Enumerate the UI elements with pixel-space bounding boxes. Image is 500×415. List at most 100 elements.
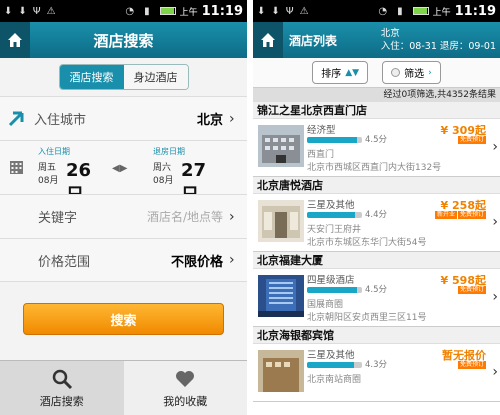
filter-bar: 排序 ▲▼ 筛选 › <box>253 58 500 88</box>
chevron-right-icon: › <box>229 252 235 268</box>
page-title: 酒店搜索 <box>93 31 154 50</box>
hotel-area: 天安门王府井 <box>307 225 362 235</box>
badge: 新开业 <box>434 211 457 219</box>
home-button[interactable] <box>253 22 283 58</box>
status-bar: ⬇ ⬇ Ψ ⚠ ◔ ▮ 上午 11:19 <box>0 0 247 22</box>
badge: 免费预订 <box>457 286 486 294</box>
chevron-right-icon: › <box>492 289 498 305</box>
wifi-icon: ◔ <box>378 5 388 17</box>
rating-bar <box>307 212 362 218</box>
badge: 免费预订 <box>457 136 486 144</box>
hotel-rating: 4.5分 <box>365 135 388 145</box>
title-bar: 酒店搜索 <box>0 22 247 58</box>
status-ampm: 上午 <box>432 7 451 18</box>
badge: 免费预订 <box>457 211 486 219</box>
warning-icon: ⚠ <box>299 5 309 17</box>
rating-bar <box>307 362 362 368</box>
hotel-area: 西直门 <box>307 150 335 160</box>
hotel-name: 锦江之星北京西直门店 <box>253 102 500 119</box>
hotel-list-item[interactable]: 北京唐悦酒店 三星及其他 4.4分 天安门王府井 北京市东城区东华门大街54号 … <box>253 177 500 252</box>
keyword-label: 关键字 <box>38 211 78 226</box>
hotel-photo <box>258 200 304 242</box>
city-value: 北京 <box>196 113 223 128</box>
price-value: 不限价格 <box>170 254 223 270</box>
wifi-icon: ◔ <box>125 5 135 17</box>
chevron-right-icon: › <box>492 139 498 155</box>
hotel-list-screen: ⬇ ⬇ Ψ ⚠ ◔ ▮ 上午 11:19 酒店列表 北京 入住：08-31 退房… <box>253 0 500 415</box>
keyword-input[interactable]: 酒店名/地点等 <box>147 208 223 225</box>
checkout-weekday: 周六 <box>153 163 172 173</box>
signal-icon: ▮ <box>397 5 403 17</box>
status-time: 11:19 <box>454 3 496 19</box>
nav-hotel-search[interactable]: 酒店搜索 <box>0 361 124 415</box>
hotel-list-item[interactable]: 北京海银都宾馆 三星及其他 4.3分 北京南站商圈 暂无报价 免费预订 › <box>253 327 500 402</box>
rating-bar <box>307 137 362 143</box>
price-row[interactable]: 价格范围 不限价格 › <box>0 238 247 282</box>
hotel-area: 北京南站商圈 <box>307 375 362 385</box>
filter-radio-icon <box>391 68 401 77</box>
hotel-type: 四星级酒店 <box>307 275 355 286</box>
hotel-rating: 4.5分 <box>365 285 388 295</box>
download-icon: ⬇ <box>18 5 27 17</box>
hotel-badges: 免费预订 <box>457 286 486 294</box>
result-summary: 经过0项筛选,共4352条结果 <box>253 88 500 102</box>
hotel-badges: 免费预订 <box>457 361 486 369</box>
date-swap-icon: ◀▶ <box>112 163 128 174</box>
hotel-name: 北京福建大厦 <box>253 252 500 269</box>
hotel-badges: 新开业 免费预订 <box>434 211 486 219</box>
city-label: 入住城市 <box>34 113 87 128</box>
sort-arrows-icon: ▲▼ <box>345 67 360 78</box>
hotel-rating: 4.4分 <box>365 210 388 220</box>
tab-nearby-hotels[interactable]: 身边酒店 <box>123 65 188 89</box>
hotel-photo <box>258 125 304 167</box>
checkout-month: 08月 <box>153 176 174 186</box>
hotel-badges: 免费预订 <box>457 136 486 144</box>
nav-favorites[interactable]: 我的收藏 <box>123 361 247 415</box>
rating-bar <box>307 287 362 293</box>
nav-favorites-label: 我的收藏 <box>163 394 208 408</box>
signal-icon: ▮ <box>144 5 150 17</box>
chevron-right-icon: › <box>229 110 235 127</box>
chevron-right-icon: › <box>229 208 235 225</box>
keyword-row[interactable]: 关键字 酒店名/地点等 › <box>0 194 247 238</box>
page-title: 酒店列表 <box>289 33 338 48</box>
price-label: 价格范围 <box>38 254 91 270</box>
usb-icon: Ψ <box>285 5 294 17</box>
search-mode-switch: 酒店搜索 身边酒店 <box>0 58 247 96</box>
hotel-list-item[interactable]: 锦江之星北京西直门店 经济型 4.5分 西直门 北京市西城区西直门内大街132号… <box>253 102 500 177</box>
download-icon: ⬇ <box>271 5 280 17</box>
hotel-type: 三星及其他 <box>307 350 355 361</box>
hotel-name: 北京海银都宾馆 <box>253 327 500 344</box>
bottom-nav: 酒店搜索 我的收藏 <box>0 360 247 415</box>
battery-icon <box>412 7 429 15</box>
download-icon: ⬇ <box>257 5 266 17</box>
usb-icon: Ψ <box>32 5 41 17</box>
status-bar: ⬇ ⬇ Ψ ⚠ ◔ ▮ 上午 11:19 <box>253 0 500 22</box>
tab-hotel-search[interactable]: 酒店搜索 <box>59 65 124 89</box>
title-bar: 酒店列表 北京 入住：08-31 退房：09-01 <box>253 22 500 58</box>
chevron-right-icon: › <box>428 67 432 78</box>
home-icon <box>261 33 275 47</box>
date-row[interactable]: 入住日期 周五 08月 26日 ◀▶ 退房日期 周六 08月 27日 <box>0 140 247 206</box>
filter-button[interactable]: 筛选 › <box>382 61 441 84</box>
search-info: 北京 入住：08-31 退房：09-01 <box>381 27 496 53</box>
chevron-right-icon: › <box>492 364 498 380</box>
hotel-photo <box>258 275 304 317</box>
hotel-address: 北京市西城区西直门内大街132号 <box>307 163 442 173</box>
checkin-month: 08月 <box>38 176 59 186</box>
status-ampm: 上午 <box>179 7 198 18</box>
hotel-list-item[interactable]: 北京福建大厦 四星级酒店 4.5分 国展商圈 北京朝阳区安贞西里三区11号 ¥ … <box>253 252 500 327</box>
calendar-icon <box>10 161 23 174</box>
sort-label: 排序 <box>321 69 342 80</box>
checkout-date[interactable]: 退房日期 周六 08月 27日 <box>153 146 206 206</box>
city-row[interactable]: 入住城市 北京 › <box>0 96 247 140</box>
search-button[interactable]: 搜索 <box>23 303 224 335</box>
sort-button[interactable]: 排序 ▲▼ <box>312 61 369 84</box>
hotel-address: 北京朝阳区安贞西里三区11号 <box>307 313 427 323</box>
magnifier-icon <box>52 369 72 389</box>
checkin-weekday: 周五 <box>38 163 57 173</box>
hotel-type: 经济型 <box>307 125 336 136</box>
search-city: 北京 <box>380 28 400 39</box>
hotel-area: 国展商圈 <box>307 300 344 310</box>
checkin-date[interactable]: 入住日期 周五 08月 26日 <box>38 146 91 206</box>
